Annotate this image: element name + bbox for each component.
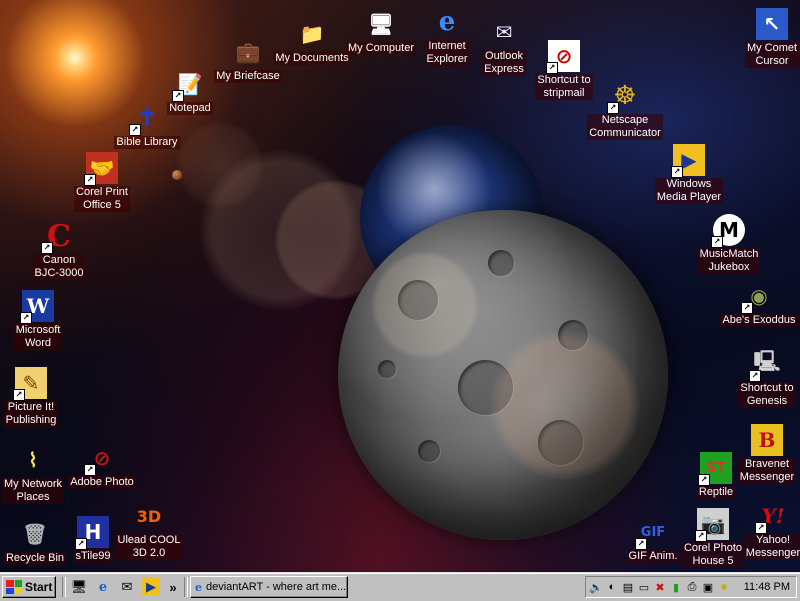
adobe-photo-icon: ⊘ ↗	[84, 442, 118, 476]
small-planet	[172, 170, 182, 180]
start-label: Start	[25, 580, 53, 594]
monitor-icon[interactable]: ▭	[637, 580, 651, 594]
computer-icon: 🖥	[368, 12, 394, 36]
cross-icon: ✝ ↗	[129, 102, 163, 136]
taskbar-separator	[184, 577, 188, 597]
canon-c-icon: C ↗	[41, 219, 75, 254]
cool3d-icon: 3D	[136, 506, 162, 526]
icon-picture-it[interactable]: ✎ ↗ Picture It! Publishing	[0, 367, 76, 427]
icon-label: Adobe Photo	[68, 476, 136, 489]
icon-bible-library[interactable]: ✝ ↗ Bible Library	[102, 102, 192, 149]
icon-canon[interactable]: C ↗ Canon BJC-3000	[14, 219, 104, 280]
printer-icon[interactable]: ⎙	[685, 580, 699, 594]
icon-label: Reptile	[696, 486, 736, 499]
quick-launch-more-icon[interactable]: »	[164, 578, 182, 596]
taskbar: Start 🖥 e ✉ ▶ » e deviantART - where art…	[0, 572, 800, 601]
musicmatch-icon: M ↗	[711, 214, 745, 248]
icon-label: Abe's Exoddus	[720, 314, 798, 327]
icon-yahoo-messenger[interactable]: Y! ↗ Yahoo! Messenger	[728, 500, 800, 560]
icon-label: Yahoo! Messenger	[743, 534, 800, 560]
icon-label: Ulead COOL 3D 2.0	[115, 534, 183, 560]
star-icon[interactable]: ✷	[717, 580, 731, 594]
start-button[interactable]: Start	[2, 576, 56, 598]
task-button-deviantart[interactable]: e deviantART - where art me...	[190, 576, 348, 598]
comet-cursor-icon: ↖	[756, 8, 788, 40]
icon-microsoft-word[interactable]: W ↗ Microsoft Word	[0, 290, 83, 350]
speaker-icon[interactable]: 🔈	[589, 580, 603, 594]
yahoo-icon: Y! ↗	[755, 500, 789, 534]
icon-label: MusicMatch Jukebox	[697, 248, 761, 274]
media-player-icon[interactable]: ▶	[142, 578, 160, 596]
icon-label: Canon BJC-3000	[32, 254, 86, 280]
notepad-icon: 📝 ↗	[172, 68, 206, 102]
icon-label: Bible Library	[114, 136, 180, 149]
briefcase-icon: 💼	[235, 40, 261, 64]
moon	[338, 210, 668, 540]
show-desktop-icon[interactable]: 🖥	[70, 578, 88, 596]
netscape-wheel-icon: ☸ ↗	[607, 80, 641, 114]
desktop: 💼 My Briefcase 📁 My Documents 🖥 My Compu…	[0, 0, 800, 572]
mouse-icon[interactable]: ◐	[605, 580, 619, 594]
icon-label: My Network Places	[1, 478, 65, 504]
stripmail-icon: ⊘ ↗	[546, 40, 580, 74]
icon-label: Picture It! Publishing	[3, 401, 59, 427]
media-player-icon: ▶ ↗	[671, 144, 705, 178]
task-button-label: deviantART - where art me...	[206, 581, 347, 593]
icon-my-comet-cursor[interactable]: ↖ My Comet Cursor	[727, 8, 800, 68]
internet-explorer-icon[interactable]: e	[94, 578, 112, 596]
system-tray: 🔈 ◐ ▤ ▭ ✖ ▮ ⎙ ▣ ✷ 11:48 PM	[585, 576, 797, 598]
recycle-bin-icon: 🗑	[22, 522, 48, 546]
outlook-express-icon: ✉	[495, 20, 513, 44]
network-places-icon: ⌇	[28, 448, 38, 472]
windows-logo-icon	[6, 580, 22, 594]
handshake-icon: 🤝 ↗	[84, 152, 118, 186]
outlook-express-icon[interactable]: ✉	[118, 578, 136, 596]
taskbar-separator	[62, 577, 66, 597]
icon-netscape[interactable]: ☸ ↗ Netscape Communicator	[580, 80, 670, 140]
word-icon: W ↗	[20, 290, 54, 324]
abe-icon: ◉ ↗	[741, 280, 775, 314]
ie-page-icon: e	[195, 580, 202, 594]
icon-label: Microsoft Word	[13, 324, 63, 350]
icon-media-player[interactable]: ▶ ↗ Windows Media Player	[644, 144, 734, 204]
icon-label: Shortcut to Genesis	[738, 382, 796, 408]
icon-adobe-photo[interactable]: ⊘ ↗ Adobe Photo	[57, 442, 147, 489]
icon-reptile[interactable]: ST ↗ Reptile	[671, 452, 761, 499]
x-icon[interactable]: ✖	[653, 580, 667, 594]
network-icon[interactable]: ▤	[621, 580, 635, 594]
icon-genesis[interactable]: 🖳 ↗ Shortcut to Genesis	[722, 348, 800, 408]
lens-flare	[200, 150, 360, 310]
gif-anim-icon: GIF ↗	[635, 516, 669, 550]
genesis-computer-icon: 🖳 ↗	[749, 348, 783, 382]
battery-icon[interactable]: ▮	[669, 580, 683, 594]
icon-abes-exoddus[interactable]: ◉ ↗ Abe's Exoddus	[714, 280, 800, 327]
folder-heart-icon: 📁	[299, 22, 325, 46]
icon-ulead-cool-3d[interactable]: 3D Ulead COOL 3D 2.0	[104, 500, 194, 560]
icon-label: Netscape Communicator	[587, 114, 663, 140]
icon-corel-print-office[interactable]: 🤝 ↗ Corel Print Office 5	[57, 152, 147, 212]
camera-icon: 📷 ↗	[695, 508, 729, 542]
reptile-icon: ST ↗	[698, 452, 732, 486]
picture-it-icon: ✎ ↗	[13, 367, 47, 401]
icon-label: Corel Print Office 5	[74, 186, 130, 212]
clock[interactable]: 11:48 PM	[744, 581, 796, 593]
icon-label: Windows Media Player	[654, 178, 724, 204]
icon-musicmatch[interactable]: M ↗ MusicMatch Jukebox	[684, 214, 774, 274]
icon-label: My Comet Cursor	[744, 42, 800, 68]
display-icon[interactable]: ▣	[701, 580, 715, 594]
